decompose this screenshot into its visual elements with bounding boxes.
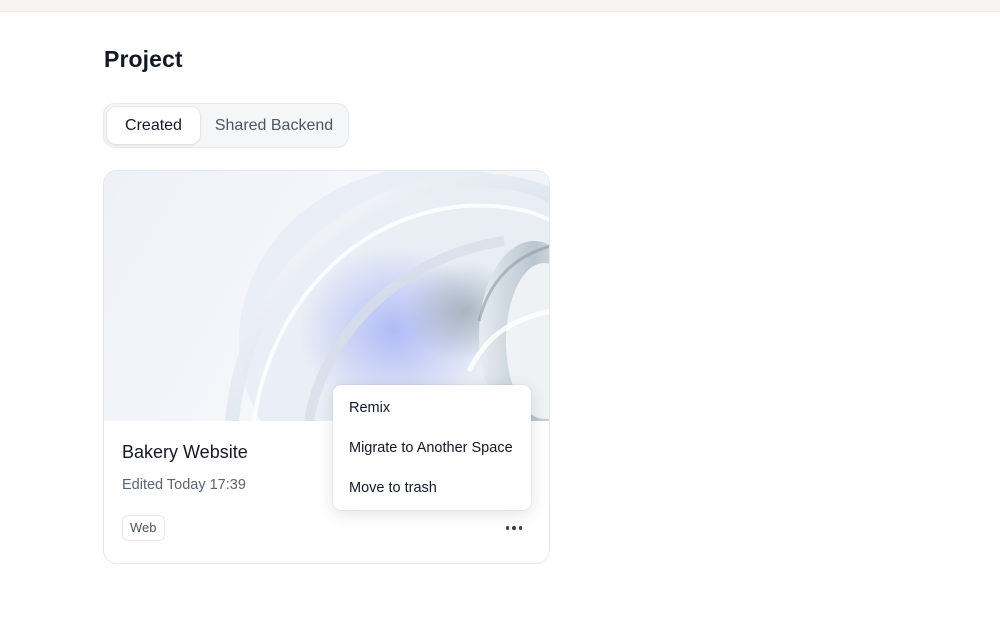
abstract-glass-artwork: [225, 171, 549, 421]
menu-item-remix[interactable]: Remix: [333, 388, 531, 428]
project-thumbnail: [104, 171, 549, 421]
ellipsis-icon: [512, 526, 516, 530]
menu-item-move-to-trash[interactable]: Move to trash: [333, 468, 531, 508]
ellipsis-icon: [505, 526, 510, 530]
project-type-tag: Web: [122, 515, 165, 541]
project-tabs: Created Shared Backend: [103, 103, 349, 148]
project-title[interactable]: Bakery Website: [122, 442, 248, 463]
tab-created[interactable]: Created: [107, 107, 200, 144]
more-options-button[interactable]: [502, 517, 526, 539]
project-context-menu: Remix Migrate to Another Space Move to t…: [333, 385, 531, 510]
edited-timestamp: Edited Today 17:39: [122, 477, 246, 493]
top-bar: [0, 0, 1000, 12]
page-title: Project: [104, 46, 183, 72]
tab-shared-backend[interactable]: Shared Backend: [204, 107, 344, 144]
ellipsis-icon: [518, 526, 523, 530]
menu-item-migrate[interactable]: Migrate to Another Space: [333, 428, 531, 468]
